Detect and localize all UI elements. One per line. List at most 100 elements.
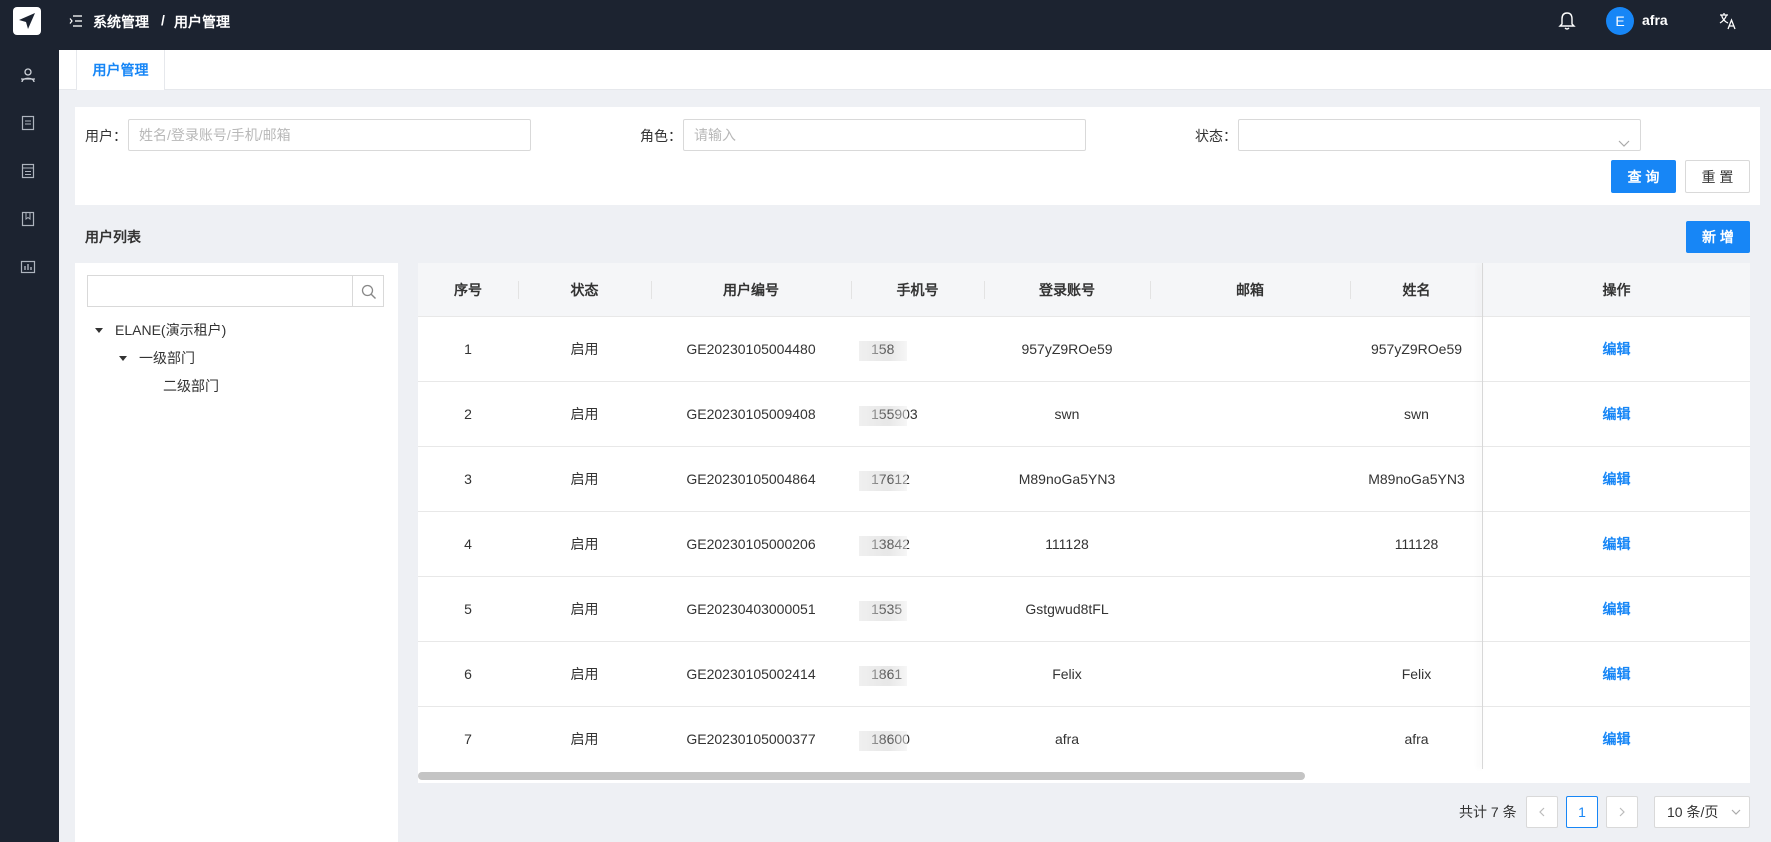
tree-search-input[interactable] xyxy=(87,275,352,307)
edit-button[interactable]: 编辑 xyxy=(1483,447,1750,511)
list-doc-icon[interactable] xyxy=(20,163,36,179)
user-group-icon[interactable] xyxy=(20,67,36,83)
status-select[interactable] xyxy=(1238,119,1641,151)
table-row: 4启用GE2023010500020613842111128111128编辑 xyxy=(418,512,1750,577)
page-button-current[interactable]: 1 xyxy=(1566,796,1598,828)
cell-index: 4 xyxy=(464,536,472,552)
cell-email xyxy=(1150,577,1350,641)
table-row: 3启用GE2023010500486417612M89noGa5YN3M89no… xyxy=(418,447,1750,512)
cell-status: 启用 xyxy=(570,471,599,487)
tree-node-tenant[interactable]: ELANE(演示租户) xyxy=(115,320,226,340)
cell-email xyxy=(1150,317,1350,381)
col-header-index: 序号 xyxy=(454,282,482,298)
cell-status: 启用 xyxy=(570,536,599,552)
cell-index: 3 xyxy=(464,471,472,487)
col-header-actions: 操作 xyxy=(1602,282,1631,298)
chevron-down-icon xyxy=(1618,129,1630,159)
cell-status: 启用 xyxy=(570,601,599,617)
table-header: 序号 状态 用户编号 手机号 登录账号 邮箱 姓名 操作 xyxy=(418,263,1750,317)
edit-button[interactable]: 编辑 xyxy=(1483,512,1750,576)
cell-index: 7 xyxy=(464,731,472,747)
chevron-down-icon xyxy=(1731,809,1741,815)
paper-plane-logo-icon[interactable] xyxy=(13,7,41,35)
prev-page-button[interactable] xyxy=(1526,796,1558,828)
cell-status: 启用 xyxy=(570,666,599,682)
table-row: 2启用GE20230105009408155903swnswn编辑 xyxy=(418,382,1750,447)
horizontal-scrollbar-thumb[interactable] xyxy=(418,772,1305,780)
cell-status: 启用 xyxy=(570,341,599,357)
next-page-button[interactable] xyxy=(1606,796,1638,828)
fixed-column-divider xyxy=(1482,263,1483,769)
cell-account: swn xyxy=(1054,406,1080,422)
menu-fold-icon[interactable] xyxy=(69,14,83,31)
cell-name: swn xyxy=(1404,406,1429,422)
search-icon xyxy=(361,284,376,299)
total-count: 共计 7 条 xyxy=(1459,804,1517,820)
phone-redaction-mask xyxy=(859,731,907,751)
col-header-code: 用户编号 xyxy=(723,282,779,298)
page-size-select[interactable]: 10 条/页 xyxy=(1654,796,1750,828)
edit-button[interactable]: 编辑 xyxy=(1483,642,1750,706)
cell-account: afra xyxy=(1054,731,1080,747)
translate-icon[interactable] xyxy=(1718,11,1738,34)
cell-account: M89noGa5YN3 xyxy=(1018,471,1116,487)
edit-button[interactable]: 编辑 xyxy=(1483,707,1750,771)
cell-email xyxy=(1150,447,1350,511)
table-row: 1启用GE20230105004480158957yZ9ROe59957yZ9R… xyxy=(418,317,1750,382)
avatar[interactable]: E xyxy=(1606,7,1634,35)
page-size-value: 10 条/页 xyxy=(1667,804,1719,820)
edit-button[interactable]: 编辑 xyxy=(1483,577,1750,641)
cell-user-code: GE20230403000051 xyxy=(686,601,816,617)
cell-user-code: GE20230105004864 xyxy=(686,471,816,487)
tree-node-level1[interactable]: 一级部门 xyxy=(139,348,195,368)
report-icon[interactable] xyxy=(20,259,36,275)
cell-user-code: GE20230105000206 xyxy=(686,536,816,552)
bookmark-icon[interactable] xyxy=(20,211,36,227)
cell-name: afra xyxy=(1404,731,1429,747)
cell-status: 启用 xyxy=(570,406,599,422)
col-header-phone: 手机号 xyxy=(896,282,939,298)
user-search-input[interactable] xyxy=(128,119,531,151)
caret-down-icon[interactable] xyxy=(119,356,127,361)
cell-email xyxy=(1150,642,1350,706)
cell-name xyxy=(1350,577,1483,641)
table-row: 6启用GE202301050024141861FelixFelix编辑 xyxy=(418,642,1750,707)
cell-name: M89noGa5YN3 xyxy=(1368,471,1465,487)
cell-email xyxy=(1150,707,1350,771)
cell-account: Gstgwud8tFL xyxy=(1025,601,1109,617)
user-filter-label: 用户： xyxy=(85,128,127,144)
cell-user-code: GE20230105002414 xyxy=(686,666,816,682)
edit-button[interactable]: 编辑 xyxy=(1483,317,1750,381)
phone-redaction-mask xyxy=(859,536,907,556)
cell-name: 957yZ9ROe59 xyxy=(1370,341,1463,357)
caret-down-icon[interactable] xyxy=(95,328,103,333)
cell-index: 1 xyxy=(464,341,472,357)
phone-redaction-mask xyxy=(859,341,907,361)
cell-user-code: GE20230105000377 xyxy=(686,731,816,747)
top-header: 系统管理 / 用户管理 E afra xyxy=(59,0,1771,50)
phone-redaction-mask xyxy=(859,601,907,621)
breadcrumb-current: 用户管理 xyxy=(174,14,230,30)
phone-redaction-mask xyxy=(859,471,907,491)
user-name[interactable]: afra xyxy=(1642,12,1668,28)
tree-node-level2[interactable]: 二级部门 xyxy=(163,376,219,396)
cell-user-code: GE20230105009408 xyxy=(686,406,816,422)
table-row: 5启用GE202304030000511535Gstgwud8tFL编辑 xyxy=(418,577,1750,642)
cell-status: 启用 xyxy=(570,731,599,747)
reset-button[interactable]: 重 置 xyxy=(1685,160,1750,193)
tree-search-button[interactable] xyxy=(352,275,384,307)
role-input[interactable] xyxy=(683,119,1086,151)
cell-user-code: GE20230105004480 xyxy=(686,341,816,357)
role-filter-label: 角色： xyxy=(640,128,682,144)
breadcrumb-parent[interactable]: 系统管理 xyxy=(93,12,149,32)
edit-button[interactable]: 编辑 xyxy=(1483,382,1750,446)
chevron-left-icon xyxy=(1539,807,1545,817)
search-panel: 用户： 角色： 状态： 查 询 重 置 xyxy=(75,107,1760,205)
document-icon[interactable] xyxy=(20,115,36,131)
phone-redaction-mask xyxy=(859,666,907,686)
cell-index: 6 xyxy=(464,666,472,682)
bell-icon[interactable] xyxy=(1558,11,1576,34)
add-user-button[interactable]: 新 增 xyxy=(1686,221,1750,253)
tab-user-management[interactable]: 用户管理 xyxy=(76,50,165,90)
query-button[interactable]: 查 询 xyxy=(1611,160,1676,193)
